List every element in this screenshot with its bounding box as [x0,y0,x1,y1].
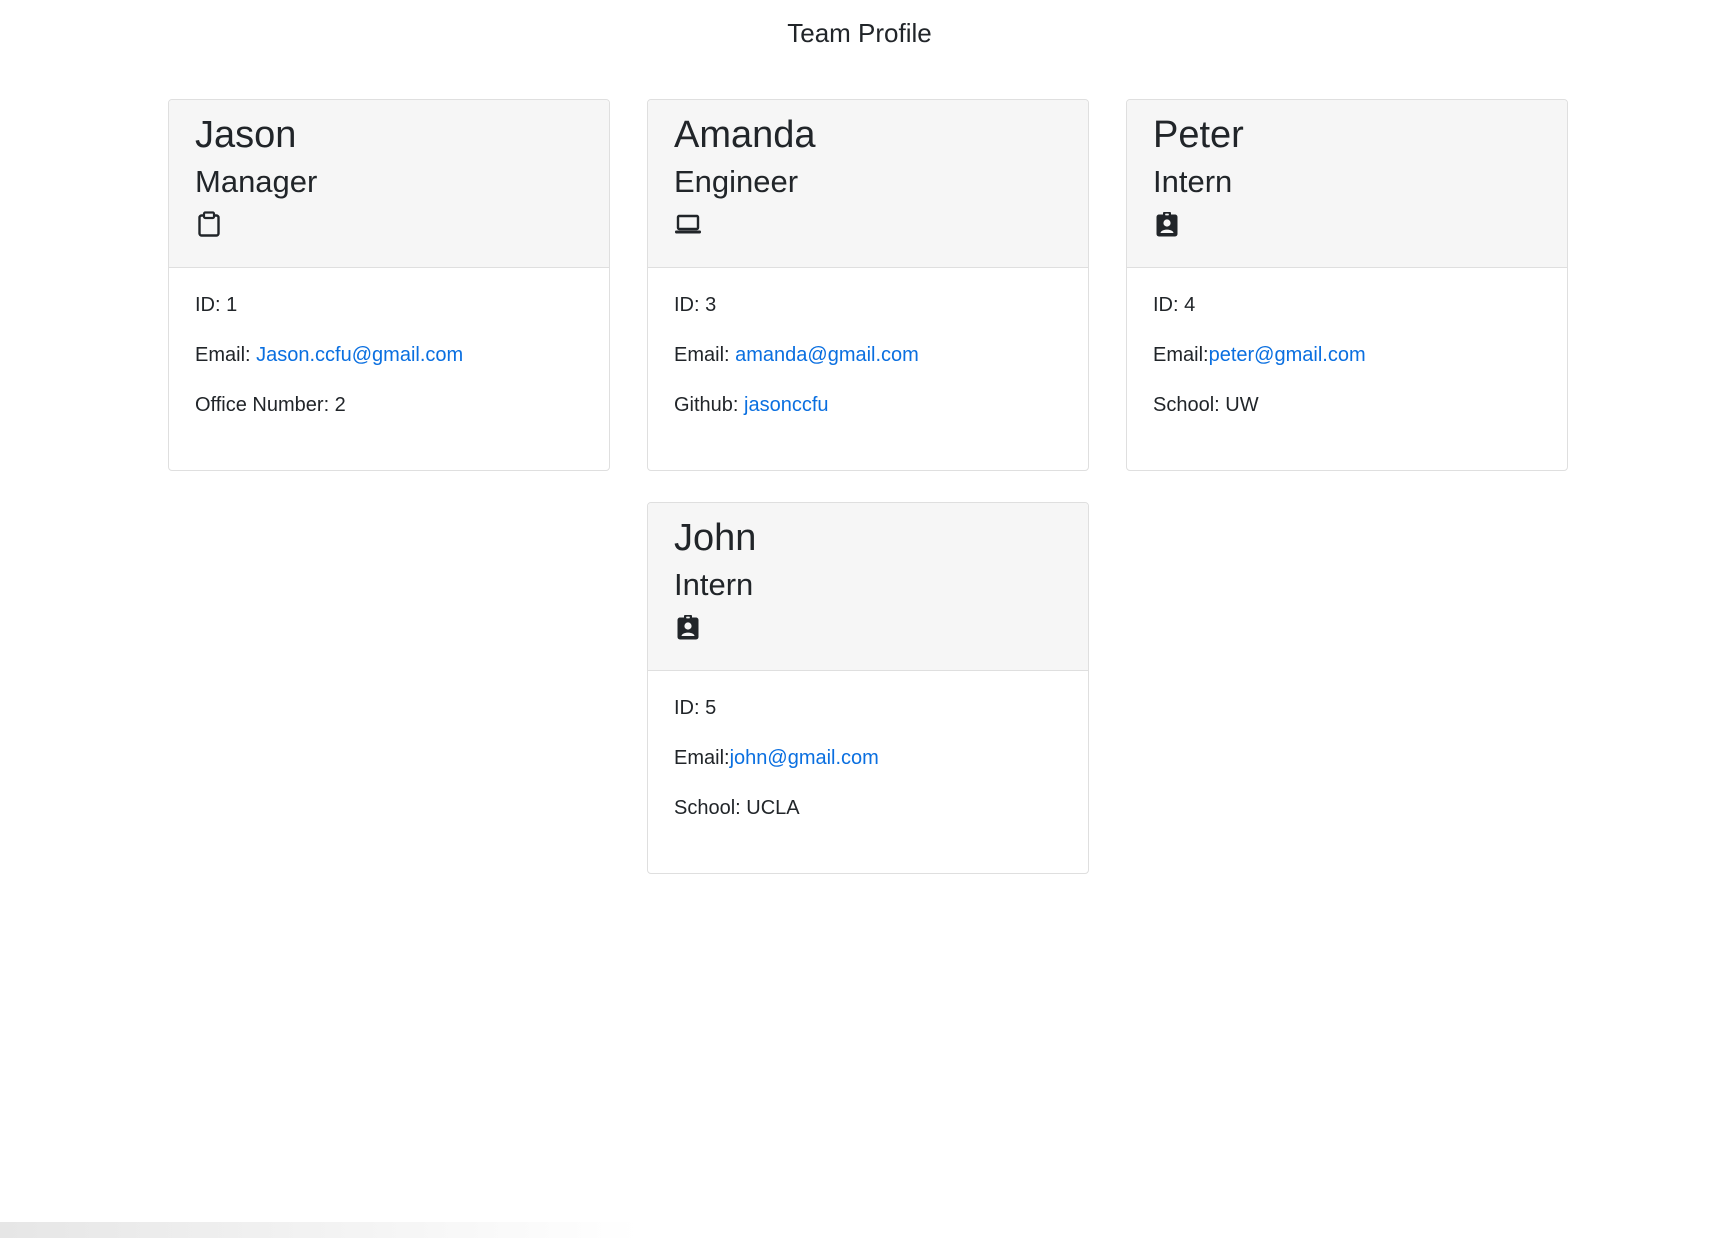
email-label: Email: [1153,344,1209,366]
card-header: Amanda Engineer [648,100,1088,268]
email-link[interactable]: john@gmail.com [730,747,879,769]
email-label: Email: [195,344,257,366]
employee-role: Engineer [674,164,799,199]
email-link[interactable]: amanda@gmail.com [735,344,919,366]
employee-card-peter: Peter Intern ID: 4 Email:peter@gmail.com… [1126,99,1568,471]
employee-name: Peter [1153,114,1244,156]
email-label: Email: [674,344,736,366]
card-body: ID: 3 Email: amanda@gmail.com Github: ja… [648,268,1088,417]
school: School: UW [1153,394,1259,416]
card-body: ID: 4 Email:peter@gmail.com School: UW [1127,268,1567,417]
employee-name: Amanda [674,114,816,156]
employee-id: ID: 4 [1153,294,1196,316]
user-badge-icon [677,615,699,640]
school: School: UCLA [674,797,800,819]
employee-role: Intern [1153,164,1233,199]
employee-card-john: John Intern ID: 5 Email:john@gmail.com S… [647,502,1089,874]
employee-name: John [674,517,757,559]
card-body: ID: 1 Email: Jason.ccfu@gmail.com Office… [169,268,609,417]
window-shadow [0,1222,640,1238]
employee-name: Jason [195,114,297,156]
user-badge-icon [1156,212,1178,237]
card-header: John Intern [648,503,1088,671]
clipboard-icon [198,211,220,237]
employee-card-amanda: Amanda Engineer ID: 3 Email: amanda@gmai… [647,99,1089,471]
card-body: ID: 5 Email:john@gmail.com School: UCLA [648,671,1088,820]
page-title: Team Profile [787,18,932,48]
employee-id: ID: 5 [674,697,717,719]
employee-email-row: Email:peter@gmail.com [1153,343,1567,367]
laptop-icon [675,214,701,234]
employee-role: Intern [674,567,754,602]
employee-id: ID: 1 [195,294,238,316]
employee-role: Manager [195,164,318,199]
email-label: Email: [674,747,730,769]
employee-card-jason: Jason Manager ID: 1 Email: Jason.ccfu@gm… [168,99,610,471]
employee-email-row: Email:john@gmail.com [674,746,1088,770]
employee-id: ID: 3 [674,294,717,316]
github-label: Github: [674,394,745,416]
card-header: Peter Intern [1127,100,1567,268]
github-link[interactable]: jasonccfu [744,394,829,416]
employee-email-row: Email: Jason.ccfu@gmail.com [195,343,609,367]
card-header: Jason Manager [169,100,609,268]
office-number: Office Number: 2 [195,394,346,416]
email-link[interactable]: peter@gmail.com [1209,344,1366,366]
email-link[interactable]: Jason.ccfu@gmail.com [256,344,463,366]
github-row: Github: jasonccfu [674,393,1088,417]
employee-email-row: Email: amanda@gmail.com [674,343,1088,367]
